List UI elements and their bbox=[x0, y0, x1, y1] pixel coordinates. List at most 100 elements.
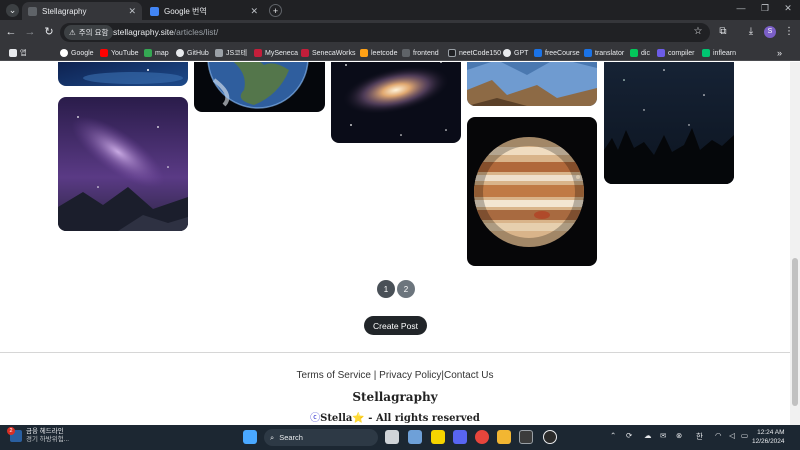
create-post-button[interactable]: Create Post bbox=[364, 316, 427, 335]
dictionary-icon bbox=[630, 49, 638, 57]
download-icon[interactable]: ⤓ bbox=[744, 25, 758, 39]
bookmark-compiler[interactable]: compiler bbox=[657, 47, 694, 59]
volume-icon[interactable]: ◁ bbox=[729, 431, 735, 440]
bookmark-youtube[interactable]: YouTube bbox=[100, 47, 139, 59]
privacy-policy-link[interactable]: Privacy Policy bbox=[379, 370, 441, 381]
close-window-icon[interactable]: ✕ bbox=[775, 3, 800, 14]
taskbar-search[interactable]: ⌕ Search bbox=[264, 429, 378, 446]
map-icon bbox=[144, 49, 152, 57]
footer-copyright: ⓒStella⭐ - All rights reserved bbox=[0, 409, 790, 424]
task-view-icon[interactable] bbox=[385, 430, 399, 444]
chrome-icon[interactable] bbox=[475, 430, 489, 444]
post-image-card[interactable] bbox=[194, 62, 325, 112]
footer-brand: Stellagraphy bbox=[352, 390, 438, 404]
bookmark-label: SenecaWorks bbox=[312, 49, 356, 57]
bookmark-label: translator bbox=[595, 49, 625, 57]
more-bookmarks-icon[interactable]: » bbox=[777, 47, 782, 59]
jupiter-planet-image bbox=[467, 117, 597, 266]
post-image-card[interactable] bbox=[58, 62, 188, 86]
bookmark-gpt[interactable]: GPT bbox=[503, 47, 528, 59]
bookmark-github[interactable]: GitHub bbox=[176, 47, 209, 59]
mountain-icon bbox=[215, 49, 223, 57]
discord-icon[interactable] bbox=[453, 430, 467, 444]
bookmark-apps[interactable]: 앱 bbox=[9, 47, 26, 59]
page-2-button[interactable]: 2 bbox=[397, 280, 415, 298]
bookmark-neetcode150[interactable]: neetCode150 bbox=[448, 47, 501, 59]
news-widget[interactable]: 2 금융 헤드라인 경기 하방위험... bbox=[7, 427, 70, 444]
post-image-card[interactable] bbox=[331, 62, 461, 143]
status-icon[interactable]: ⊗ bbox=[676, 431, 682, 440]
chat-icon[interactable]: ✉ bbox=[660, 431, 666, 440]
bookmark-js-coding-test[interactable]: JS코테 bbox=[215, 47, 247, 59]
bookmark-label: freeCourse bbox=[545, 49, 580, 57]
app-icon[interactable] bbox=[519, 430, 533, 444]
bookmarks-bar: 앱 Google YouTube map GitHub JS코테 MySenec… bbox=[0, 45, 800, 61]
tab-stellagraphy[interactable]: Stellagraphy ✕ bbox=[22, 2, 142, 20]
page-1-button[interactable]: 1 bbox=[377, 280, 395, 298]
battery-icon[interactable]: ▭ bbox=[741, 431, 748, 440]
system-clock[interactable]: 12:24 AM 12/26/2024 bbox=[752, 429, 785, 446]
copyright-icon: ⓒ bbox=[310, 413, 321, 424]
wifi-icon[interactable]: ◠ bbox=[715, 431, 722, 440]
new-tab-button[interactable]: + bbox=[269, 4, 282, 17]
extensions-icon[interactable]: ⧉ bbox=[716, 25, 730, 39]
tab-google-translate[interactable]: Google 번역 ✕ bbox=[144, 2, 264, 20]
scrollbar-thumb[interactable] bbox=[792, 258, 798, 406]
contact-us-link[interactable]: Contact Us bbox=[444, 370, 493, 381]
translate-icon bbox=[584, 49, 592, 57]
widget-subtitle: 경기 하방위험... bbox=[26, 436, 70, 443]
bookmark-myseneca[interactable]: MySeneca bbox=[254, 47, 298, 59]
nebula-photo-image bbox=[58, 62, 188, 86]
browser-tab-bar: ⌄ Stellagraphy ✕ Google 번역 ✕ + — ❐ ✕ bbox=[0, 0, 800, 20]
tab-search-button[interactable]: ⌄ bbox=[6, 4, 19, 17]
bookmark-label: JS코테 bbox=[226, 50, 248, 57]
sync-icon[interactable]: ⟳ bbox=[626, 431, 632, 440]
bookmark-dic[interactable]: dic bbox=[630, 47, 650, 59]
bookmark-label: dic bbox=[641, 49, 650, 57]
cloud-icon[interactable]: ☁ bbox=[644, 431, 652, 440]
forward-icon[interactable]: → bbox=[23, 25, 37, 39]
bookmark-leetcode[interactable]: leetcode bbox=[360, 47, 397, 59]
bookmark-freecourse[interactable]: freeCourse bbox=[534, 47, 580, 59]
post-image-card[interactable] bbox=[467, 117, 597, 266]
post-image-card[interactable] bbox=[58, 97, 188, 231]
file-explorer-icon[interactable] bbox=[408, 430, 422, 444]
windows-taskbar: 2 금융 헤드라인 경기 하방위험... ⌕ Search ⌃ ⟳ ☁ ✉ ⊗ … bbox=[0, 425, 800, 450]
terms-of-service-link[interactable]: Terms of Service bbox=[297, 370, 371, 381]
address-bar[interactable]: ⚠ 주의 요함 stellagraphy.site/articles/list/… bbox=[60, 23, 710, 42]
folder-icon[interactable] bbox=[497, 430, 511, 444]
site-favicon-icon bbox=[28, 6, 37, 16]
page-scrollbar[interactable] bbox=[790, 62, 800, 425]
google-icon bbox=[60, 49, 68, 57]
kakaotalk-icon[interactable] bbox=[431, 430, 445, 444]
bookmark-star-icon[interactable]: ☆ bbox=[691, 25, 705, 39]
translate-favicon-icon bbox=[150, 6, 159, 16]
bookmark-inflearn[interactable]: inflearn bbox=[702, 47, 736, 59]
bookmark-label: map bbox=[155, 49, 169, 57]
post-image-card[interactable] bbox=[604, 62, 734, 184]
ime-language-indicator[interactable]: 한 bbox=[696, 431, 703, 442]
bookmark-senecaworks[interactable]: SenecaWorks bbox=[301, 47, 355, 59]
bookmark-google[interactable]: Google bbox=[60, 47, 94, 59]
back-icon[interactable]: ← bbox=[4, 25, 18, 39]
footer-divider bbox=[0, 352, 790, 353]
warning-chip-label: 주의 요함 bbox=[78, 28, 109, 37]
close-tab-icon[interactable]: ✕ bbox=[250, 6, 258, 17]
start-menu-icon[interactable] bbox=[243, 430, 257, 444]
show-hidden-icons-icon[interactable]: ⌃ bbox=[610, 431, 616, 440]
bookmark-label: compiler bbox=[668, 49, 695, 57]
reload-icon[interactable]: ↻ bbox=[42, 25, 56, 39]
media-player-icon[interactable] bbox=[543, 430, 557, 444]
bookmark-map[interactable]: map bbox=[144, 47, 169, 59]
url-text[interactable]: stellagraphy.site/articles/list/ bbox=[113, 27, 218, 37]
profile-avatar[interactable]: S bbox=[764, 26, 776, 38]
security-warning-chip[interactable]: ⚠ 주의 요함 bbox=[64, 25, 114, 40]
close-tab-icon[interactable]: ✕ bbox=[128, 6, 136, 17]
post-image-card[interactable] bbox=[467, 62, 597, 106]
bookmark-label: GPT bbox=[514, 49, 529, 57]
menu-icon[interactable]: ⋮ bbox=[782, 25, 796, 39]
bookmark-frontend[interactable]: frontend bbox=[402, 47, 439, 59]
news-widget-icon: 2 bbox=[7, 427, 22, 442]
bookmark-translator[interactable]: translator bbox=[584, 47, 624, 59]
minimize-icon[interactable]: — bbox=[728, 3, 754, 13]
